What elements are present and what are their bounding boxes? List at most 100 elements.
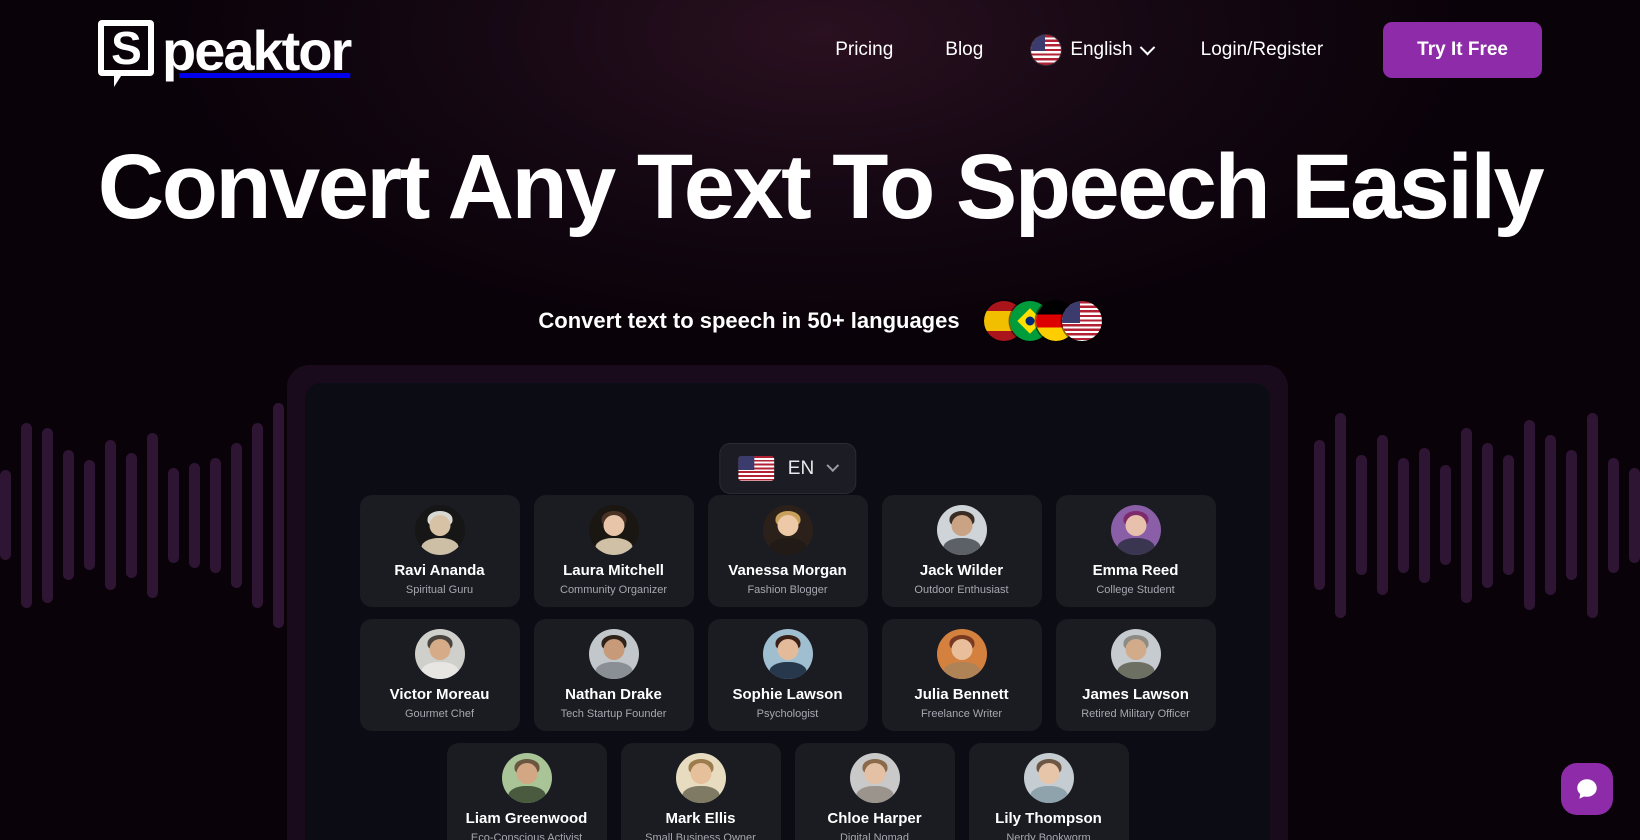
voice-name: Julia Bennett xyxy=(914,686,1009,703)
avatar xyxy=(762,505,813,555)
waveform-bar xyxy=(1587,412,1598,618)
app-preview-screen: EN Ravi Ananda Spiritual Guru Laura Mitche… xyxy=(305,383,1270,840)
chat-bubble-icon xyxy=(1577,779,1597,799)
avatar xyxy=(414,629,465,679)
waveform-bar xyxy=(1545,435,1556,595)
waveform-bar xyxy=(189,462,200,568)
voice-card[interactable]: Victor Moreau Gourmet Chef xyxy=(359,619,520,731)
avatar xyxy=(936,629,987,679)
voice-name: Victor Moreau xyxy=(389,686,490,703)
voice-name: Emma Reed xyxy=(1092,562,1179,579)
language-selector[interactable]: English xyxy=(1009,25,1174,75)
nav-link-pricing[interactable]: Pricing xyxy=(809,29,919,71)
voice-name: James Lawson xyxy=(1082,686,1189,703)
avatar xyxy=(588,505,639,555)
hero-section: Convert Any Text To Speech Easily Conver… xyxy=(0,137,1640,342)
voice-card[interactable]: Sophie Lawson Psychologist xyxy=(707,619,868,731)
voice-card[interactable]: Jack Wilder Outdoor Enthusiast xyxy=(881,495,1042,607)
waveform-bar xyxy=(126,452,137,578)
primary-nav: Pricing Blog English Login/Register Try … xyxy=(809,22,1542,78)
voice-name: Laura Mitchell xyxy=(563,562,664,579)
voice-card[interactable]: Emma Reed College Student xyxy=(1055,495,1216,607)
top-navigation-bar: S peaktor Pricing Blog English Login/Reg… xyxy=(0,0,1640,100)
waveform-bar xyxy=(105,440,116,590)
voice-name: Lily Thompson xyxy=(995,810,1102,827)
voice-card[interactable]: Nathan Drake Tech Startup Founder xyxy=(533,619,694,731)
voice-card[interactable]: Chloe Harper Digital Nomad xyxy=(794,743,955,840)
chat-widget-button[interactable] xyxy=(1561,763,1613,815)
voice-role: Spiritual Guru xyxy=(405,584,474,596)
voice-role: Eco-Conscious Activist xyxy=(470,832,583,840)
voice-card[interactable]: Vanessa Morgan Fashion Blogger xyxy=(707,495,868,607)
waveform-bar xyxy=(0,470,11,560)
hero-subtitle-row: Convert text to speech in 50+ languages xyxy=(0,301,1640,342)
voice-card[interactable]: James Lawson Retired Military Officer xyxy=(1055,619,1216,731)
avatar xyxy=(936,505,987,555)
avatar xyxy=(849,753,900,803)
avatar xyxy=(501,753,552,803)
voice-card[interactable]: Liam Greenwood Eco-Conscious Activist xyxy=(446,743,607,840)
language-flag-stack xyxy=(983,301,1102,342)
waveform-bar xyxy=(1482,442,1493,588)
waveform-bar xyxy=(210,457,221,573)
voice-role: Psychologist xyxy=(756,708,819,720)
voice-grid: Ravi Ananda Spiritual Guru Laura Mitchell C… xyxy=(305,495,1270,840)
waveform-bar xyxy=(273,402,284,628)
waveform-bar xyxy=(147,432,158,598)
waveform-bar xyxy=(1356,455,1367,575)
voice-role: Small Business Owner xyxy=(645,832,756,840)
waveform-bar xyxy=(1314,440,1325,590)
voice-name: Sophie Lawson xyxy=(732,686,843,703)
language-label: English xyxy=(1070,39,1133,60)
voice-role: Digital Nomad xyxy=(839,832,910,840)
app-language-label: EN xyxy=(787,457,815,479)
voice-card[interactable]: Julia Bennett Freelance Writer xyxy=(881,619,1042,731)
voice-card[interactable]: Lily Thompson Nerdy Bookworm xyxy=(968,743,1129,840)
voice-row: Ravi Ananda Spiritual Guru Laura Mitchell C… xyxy=(305,495,1270,607)
voice-role: Outdoor Enthusiast xyxy=(914,584,1009,596)
waveform-left xyxy=(0,355,326,675)
nav-link-blog[interactable]: Blog xyxy=(919,29,1009,71)
logo-wordmark: peaktor xyxy=(162,19,352,82)
voice-card[interactable]: Ravi Ananda Spiritual Guru xyxy=(359,495,520,607)
site-logo[interactable]: S peaktor xyxy=(98,19,352,87)
voice-name: Ravi Ananda xyxy=(394,562,485,579)
voice-card[interactable]: Mark Ellis Small Business Owner xyxy=(620,743,781,840)
waveform-bar xyxy=(1524,420,1535,610)
waveform-bar xyxy=(1440,465,1451,565)
avatar xyxy=(414,505,465,555)
app-language-selector[interactable]: EN xyxy=(718,443,857,494)
hero-subtitle: Convert text to speech in 50+ languages xyxy=(538,308,960,334)
voice-role: Nerdy Bookworm xyxy=(1006,832,1091,840)
waveform-bar xyxy=(1398,457,1409,573)
voice-name: Liam Greenwood xyxy=(465,810,588,827)
avatar xyxy=(762,629,813,679)
voice-role: Fashion Blogger xyxy=(747,584,828,596)
waveform-bar xyxy=(1608,457,1619,573)
waveform-bar xyxy=(42,427,53,603)
waveform-bar xyxy=(63,450,74,580)
waveform-bar xyxy=(231,442,242,588)
avatar xyxy=(588,629,639,679)
waveform-right xyxy=(1314,355,1640,675)
avatar xyxy=(675,753,726,803)
avatar xyxy=(1110,629,1161,679)
chevron-down-icon xyxy=(826,459,840,473)
avatar xyxy=(1023,753,1074,803)
us-flag-icon xyxy=(1031,35,1062,65)
voice-role: Gourmet Chef xyxy=(404,708,475,720)
waveform-bar xyxy=(21,422,32,608)
voice-card[interactable]: Laura Mitchell Community Organizer xyxy=(533,495,694,607)
voice-role: College Student xyxy=(1096,584,1175,596)
landing-page: S peaktor Pricing Blog English Login/Reg… xyxy=(0,0,1640,840)
waveform-bar xyxy=(1629,467,1640,563)
voice-role: Tech Startup Founder xyxy=(560,708,667,720)
speech-bubble-icon: S xyxy=(98,20,154,87)
voice-role: Retired Military Officer xyxy=(1081,708,1190,720)
waveform-bar xyxy=(252,422,263,608)
voice-row: Liam Greenwood Eco-Conscious Activist Mark… xyxy=(305,743,1270,840)
nav-link-login-register[interactable]: Login/Register xyxy=(1175,29,1350,71)
waveform-bar xyxy=(168,467,179,563)
try-it-free-button[interactable]: Try It Free xyxy=(1383,22,1542,78)
voice-name: Chloe Harper xyxy=(827,810,922,827)
